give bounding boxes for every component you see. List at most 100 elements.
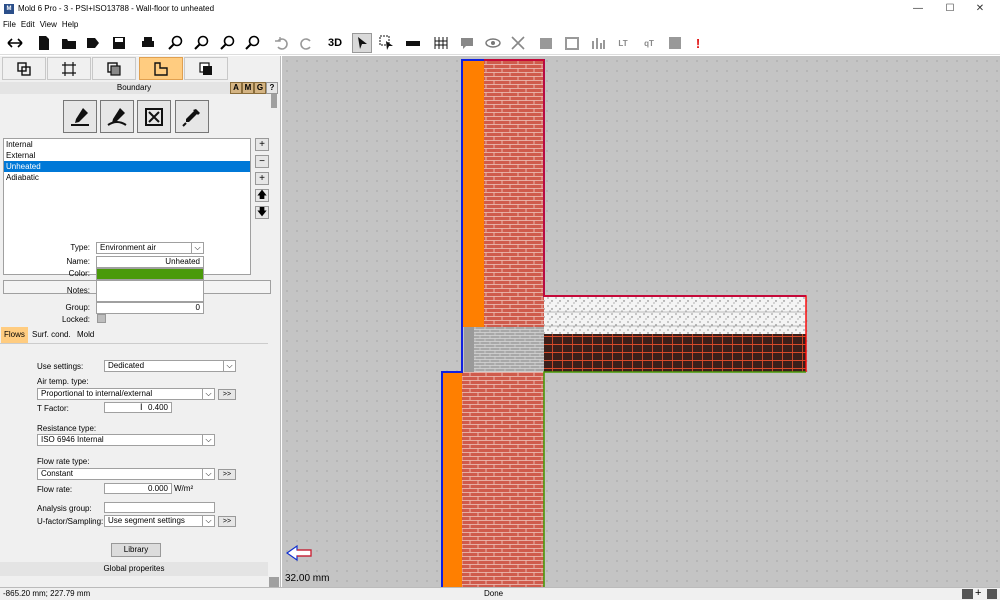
hide-icon[interactable] [508,33,528,53]
notes-label: Notes: [66,286,90,295]
type-select[interactable]: Environment air ⌵ [96,242,204,254]
flow-rate-more-button[interactable]: >> [218,469,236,480]
resistance-select[interactable]: ISO 6946 Internal ⌵ [37,434,215,446]
temperature-icon[interactable] [588,33,608,53]
measure-ruler-icon[interactable] [403,33,423,53]
add-button[interactable]: + [255,138,269,151]
view-3d-button[interactable]: 3D [324,33,346,53]
flow-rate-input[interactable]: 0.000 [104,483,172,494]
maximize-button[interactable]: ☐ [936,1,964,17]
floor-slab[interactable] [544,334,806,372]
open-folder-icon[interactable] [59,33,79,53]
floor-screed[interactable] [544,296,806,334]
comment-icon[interactable] [457,33,477,53]
zoom-window-icon[interactable] [243,33,263,53]
tab-snap[interactable] [47,57,91,80]
upper-insulation[interactable] [462,60,484,327]
draw-surface-button[interactable] [100,100,134,133]
tab-results[interactable] [184,57,228,80]
list-item[interactable]: Adiabatic [4,172,250,183]
locked-checkbox[interactable] [97,314,106,323]
boundary-list[interactable]: Internal External Unheated Adiabatic [3,138,251,275]
snap-toggle-icon[interactable]: + [975,587,981,599]
lt-icon[interactable]: LT [613,33,633,53]
boundary-icon[interactable] [562,33,582,53]
t-factor-input[interactable]: 0.400 [104,402,172,413]
notes-field[interactable] [96,280,204,302]
group-field[interactable]: 0 [96,302,204,314]
redo-icon[interactable] [296,33,316,53]
menu-view[interactable]: View [37,18,59,31]
tab-materials[interactable] [92,57,136,80]
tab-mold[interactable]: Mold [74,327,97,343]
new-file-icon[interactable] [34,33,54,53]
air-temp-select[interactable]: Proportional to internal/external ⌵ [37,388,215,400]
menu-help[interactable]: Help [59,18,80,31]
drawing-canvas[interactable]: 32.00 mm [282,56,1000,587]
remove-button[interactable]: − [255,155,269,168]
tab-surf-cond[interactable]: Surf. cond. [29,327,74,343]
u-factor-more-button[interactable]: >> [218,516,236,527]
pick-boundary-button[interactable] [175,100,209,133]
qt-icon[interactable]: qT [639,33,659,53]
undo-icon[interactable] [272,33,292,53]
use-settings-select[interactable]: Dedicated ⌵ [104,360,236,372]
draw-boundary-button[interactable] [63,100,97,133]
select-region-icon[interactable] [377,33,397,53]
list-item[interactable]: Unheated [4,161,250,172]
menu-file[interactable]: File [0,18,18,31]
delete-boundary-button[interactable] [137,100,171,133]
save-icon[interactable] [109,33,129,53]
print-icon[interactable] [138,33,158,53]
minimize-button[interactable]: — [904,1,932,17]
upper-brick-wall[interactable] [484,60,544,327]
color-swatch[interactable] [96,268,204,280]
grid-icon[interactable] [431,33,451,53]
lower-insulation[interactable] [442,372,462,587]
construction-drawing[interactable]: 32.00 mm [282,56,1000,587]
library-button[interactable]: Library [111,543,161,557]
move-up-button[interactable]: 🡅 [255,189,269,202]
duplicate-button[interactable]: + [255,172,269,185]
status-text: Done [484,589,504,598]
list-item[interactable]: Internal [4,139,250,150]
flow-rate-type-select[interactable]: Constant ⌵ [37,468,215,480]
name-field[interactable]: Unheated [96,256,204,268]
select-arrow-icon[interactable] [352,33,372,53]
material-icon[interactable] [536,33,556,53]
g-button[interactable]: G [254,82,266,94]
close-button[interactable]: ✕ [966,1,994,17]
eye-icon[interactable] [483,33,503,53]
swap-arrows-icon[interactable] [5,33,25,53]
grid-toggle-icon[interactable] [962,589,973,599]
panel-scrollbar[interactable] [269,94,279,587]
tab-boundary[interactable] [139,57,183,80]
coordinates-readout: -865.20 mm; 227.79 mm [3,589,91,598]
lower-brick-wall[interactable] [462,372,544,587]
zoom-in-icon[interactable] [166,33,186,53]
m-button[interactable]: M [242,82,254,94]
analysis-group-input[interactable] [104,502,215,513]
report-icon[interactable] [665,33,685,53]
warning-icon[interactable]: ! [688,33,708,53]
tab-geometry[interactable] [2,57,46,80]
air-temp-more-button[interactable]: >> [218,389,236,400]
analysis-group-label: Analysis group: [37,504,92,513]
import-icon[interactable] [83,33,103,53]
move-down-button[interactable]: 🡇 [255,206,269,219]
zoom-out-icon[interactable] [192,33,212,53]
help-button[interactable]: ? [266,82,278,94]
list-item[interactable]: External [4,150,250,161]
tab-flows[interactable]: Flows [1,327,28,343]
global-properties-header[interactable]: Global properites [0,562,268,576]
layers-icon [107,61,121,76]
junction-block[interactable] [474,327,544,372]
zoom-fit-icon[interactable] [218,33,238,53]
unheated-boundary[interactable] [543,371,806,587]
boundary-icon [154,61,168,76]
a-button[interactable]: A [230,82,242,94]
menu-edit[interactable]: Edit [18,18,37,31]
chevron-down-icon: ⌵ [223,360,235,372]
u-factor-select[interactable]: Use segment settings ⌵ [104,515,215,527]
ortho-toggle-icon[interactable] [987,589,997,599]
